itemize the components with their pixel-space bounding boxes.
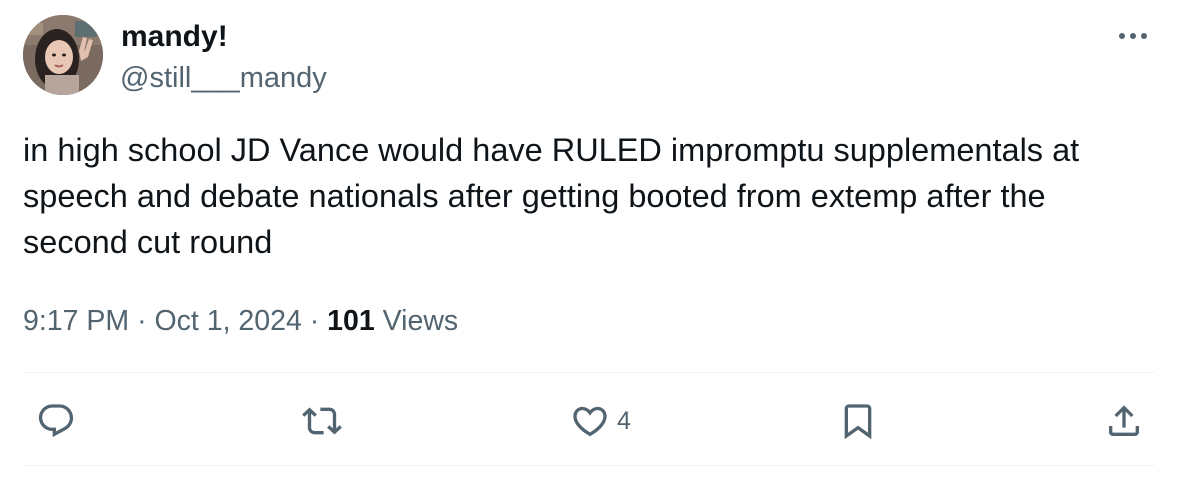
bookmark-button[interactable] bbox=[838, 400, 878, 442]
reply-button[interactable] bbox=[36, 400, 76, 442]
retweet-icon bbox=[302, 407, 342, 435]
bookmark-icon bbox=[844, 404, 872, 440]
like-count: 4 bbox=[617, 407, 631, 435]
meta-separator: · bbox=[309, 305, 320, 337]
tweet-date[interactable]: Oct 1, 2024 bbox=[154, 305, 301, 337]
display-name[interactable]: mandy! bbox=[121, 18, 228, 56]
tweet-card: mandy! @still___mandy in high school JD … bbox=[0, 0, 1178, 480]
tweet-text: in high school JD Vance would have RULED… bbox=[23, 132, 1080, 260]
like-button[interactable]: 4 bbox=[570, 400, 631, 442]
more-options-icon[interactable] bbox=[1114, 22, 1152, 50]
heart-icon bbox=[573, 406, 607, 437]
tweet-time[interactable]: 9:17 PM bbox=[23, 305, 129, 337]
tweet-meta: 9:17 PM · Oct 1, 2024 · 101 Views bbox=[23, 302, 458, 340]
user-handle[interactable]: @still___mandy bbox=[120, 60, 327, 96]
views-label: Views bbox=[382, 305, 459, 337]
divider bbox=[23, 465, 1155, 466]
share-button[interactable] bbox=[1104, 400, 1144, 442]
avatar[interactable] bbox=[23, 15, 103, 95]
meta-separator: · bbox=[137, 305, 147, 337]
views-count: 101 bbox=[327, 305, 375, 337]
share-icon bbox=[1109, 405, 1139, 436]
avatar-image bbox=[23, 15, 103, 95]
retweet-button[interactable] bbox=[302, 400, 342, 442]
divider bbox=[23, 372, 1155, 373]
reply-icon bbox=[38, 404, 74, 438]
